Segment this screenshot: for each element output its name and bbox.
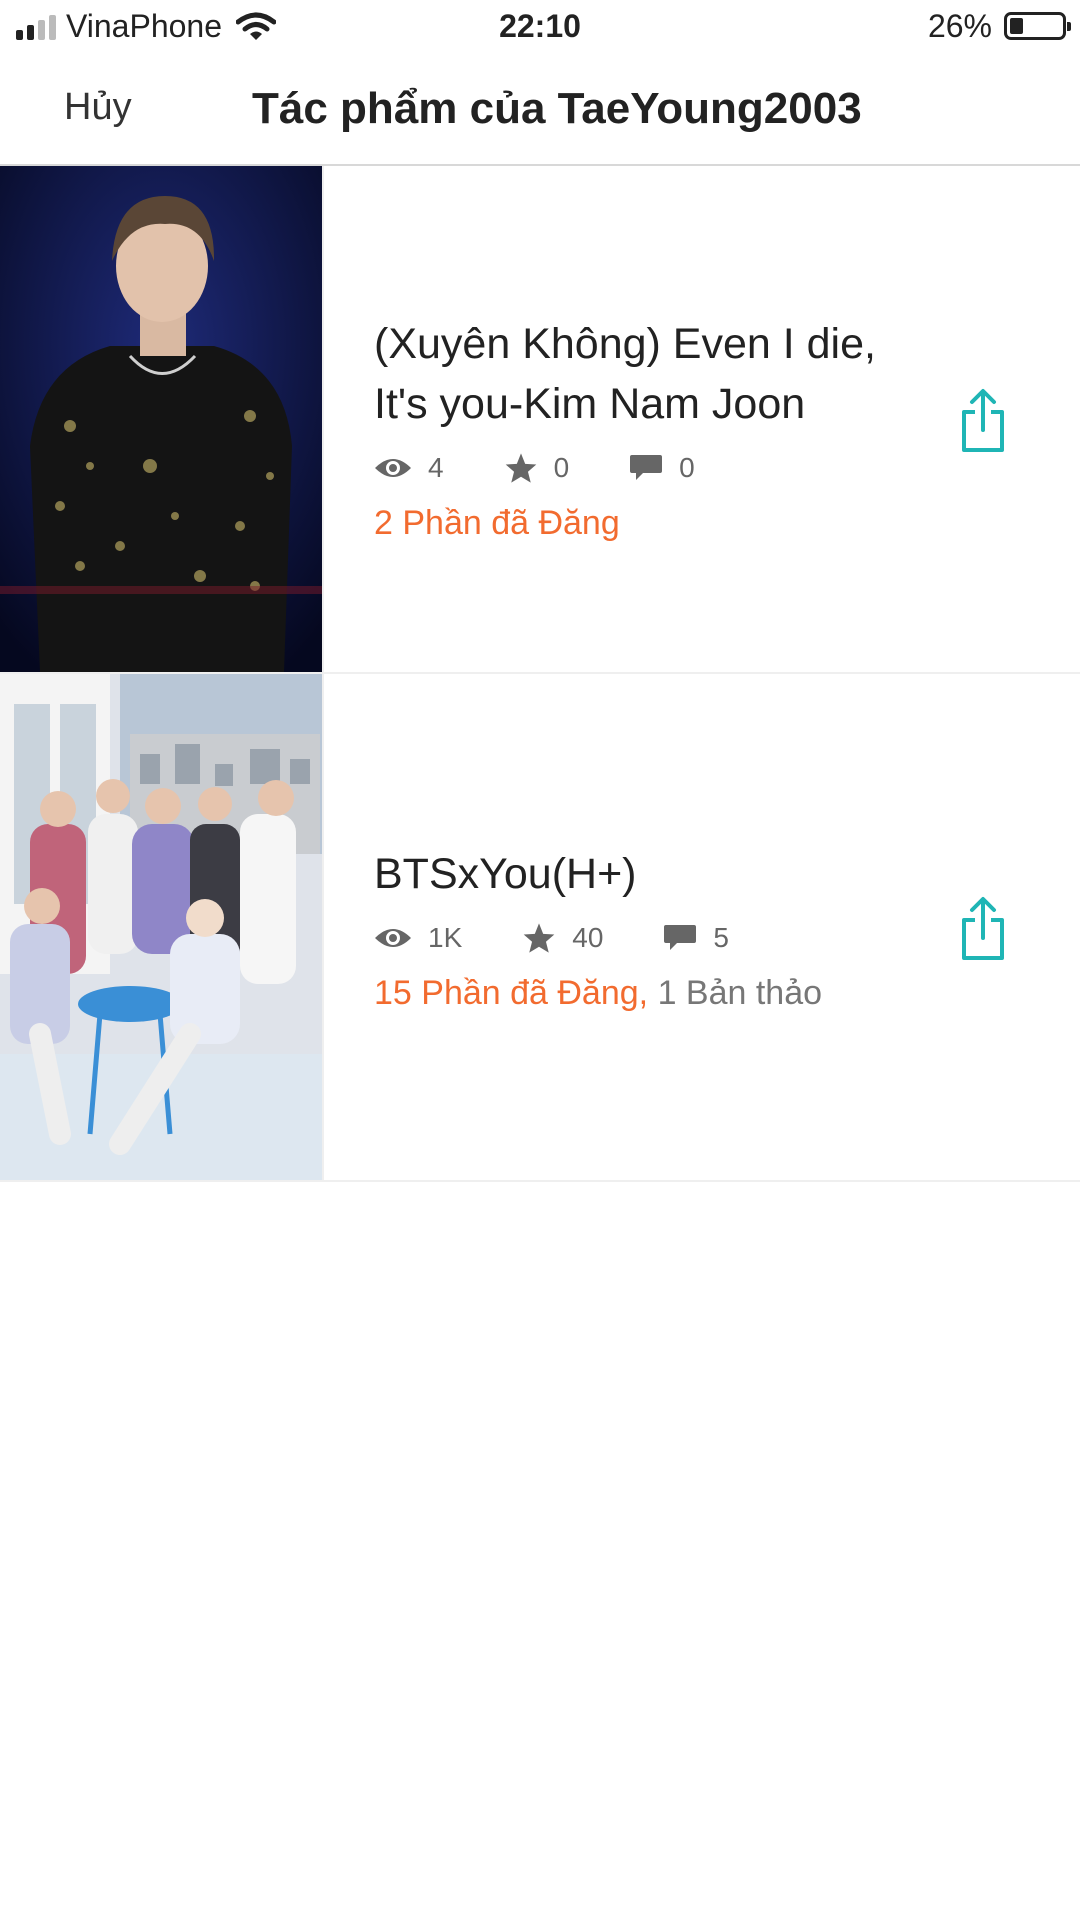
star-icon [523, 923, 555, 953]
draft-parts: 1 Bản thảo [657, 974, 823, 1012]
comment-icon [630, 455, 663, 480]
eye-icon [375, 929, 411, 947]
battery-percent: 26% [927, 8, 992, 44]
star-icon [505, 453, 536, 483]
story-stats: 4 0 0 [374, 448, 930, 488]
published-parts: 15 Phần đã Đăng, [374, 974, 649, 1012]
share-icon[interactable] [960, 388, 1006, 454]
eye-icon [375, 459, 411, 477]
status-time: 22:10 [499, 8, 581, 44]
status-bar: VinaPhone 22:10 26% [0, 0, 1080, 56]
votes-count: 40 [572, 922, 604, 953]
story-row[interactable]: BTSxYou(H+) 1K 40 5 15 Phần đã Đăng, 1 B… [0, 674, 1080, 1182]
story-title[interactable]: (Xuyên Không) Even I die, It's you-Kim N… [374, 314, 930, 434]
cancel-button[interactable]: Hủy [64, 86, 132, 129]
reads-count: 1K [428, 922, 463, 953]
reads-stat: 1K [374, 922, 462, 954]
share-icon[interactable] [960, 896, 1006, 962]
story-list: (Xuyên Không) Even I die, It's you-Kim N… [0, 166, 1080, 1182]
comments-stat: 0 [629, 452, 695, 484]
reads-stat: 4 [374, 452, 444, 484]
nav-bar: Hủy Tác phẩm của TaeYoung2003 [0, 56, 1080, 166]
votes-stat: 40 [522, 922, 603, 954]
parts-info: 15 Phần đã Đăng, 1 Bản thảo [374, 974, 930, 1013]
published-parts: 2 Phần đã Đăng [374, 504, 620, 542]
reads-count: 4 [428, 452, 444, 483]
story-cover-image[interactable] [0, 674, 324, 1180]
battery-level [1010, 18, 1023, 34]
votes-stat: 0 [504, 452, 570, 484]
comments-count: 0 [679, 452, 695, 483]
page-title: Tác phẩm của TaeYoung2003 [252, 84, 862, 133]
comments-count: 5 [713, 922, 729, 953]
story-cover-image[interactable] [0, 166, 324, 672]
battery-icon [1004, 12, 1071, 40]
story-info: (Xuyên Không) Even I die, It's you-Kim N… [374, 314, 930, 543]
story-row[interactable]: (Xuyên Không) Even I die, It's you-Kim N… [0, 166, 1080, 674]
votes-count: 0 [553, 452, 570, 483]
comment-icon [664, 925, 697, 950]
story-title[interactable]: BTSxYou(H+) [374, 844, 930, 904]
comments-stat: 5 [663, 922, 729, 954]
story-info: BTSxYou(H+) 1K 40 5 15 Phần đã Đăng, 1 B… [374, 844, 930, 1013]
parts-info: 2 Phần đã Đăng [374, 504, 930, 543]
story-stats: 1K 40 5 [374, 918, 930, 958]
